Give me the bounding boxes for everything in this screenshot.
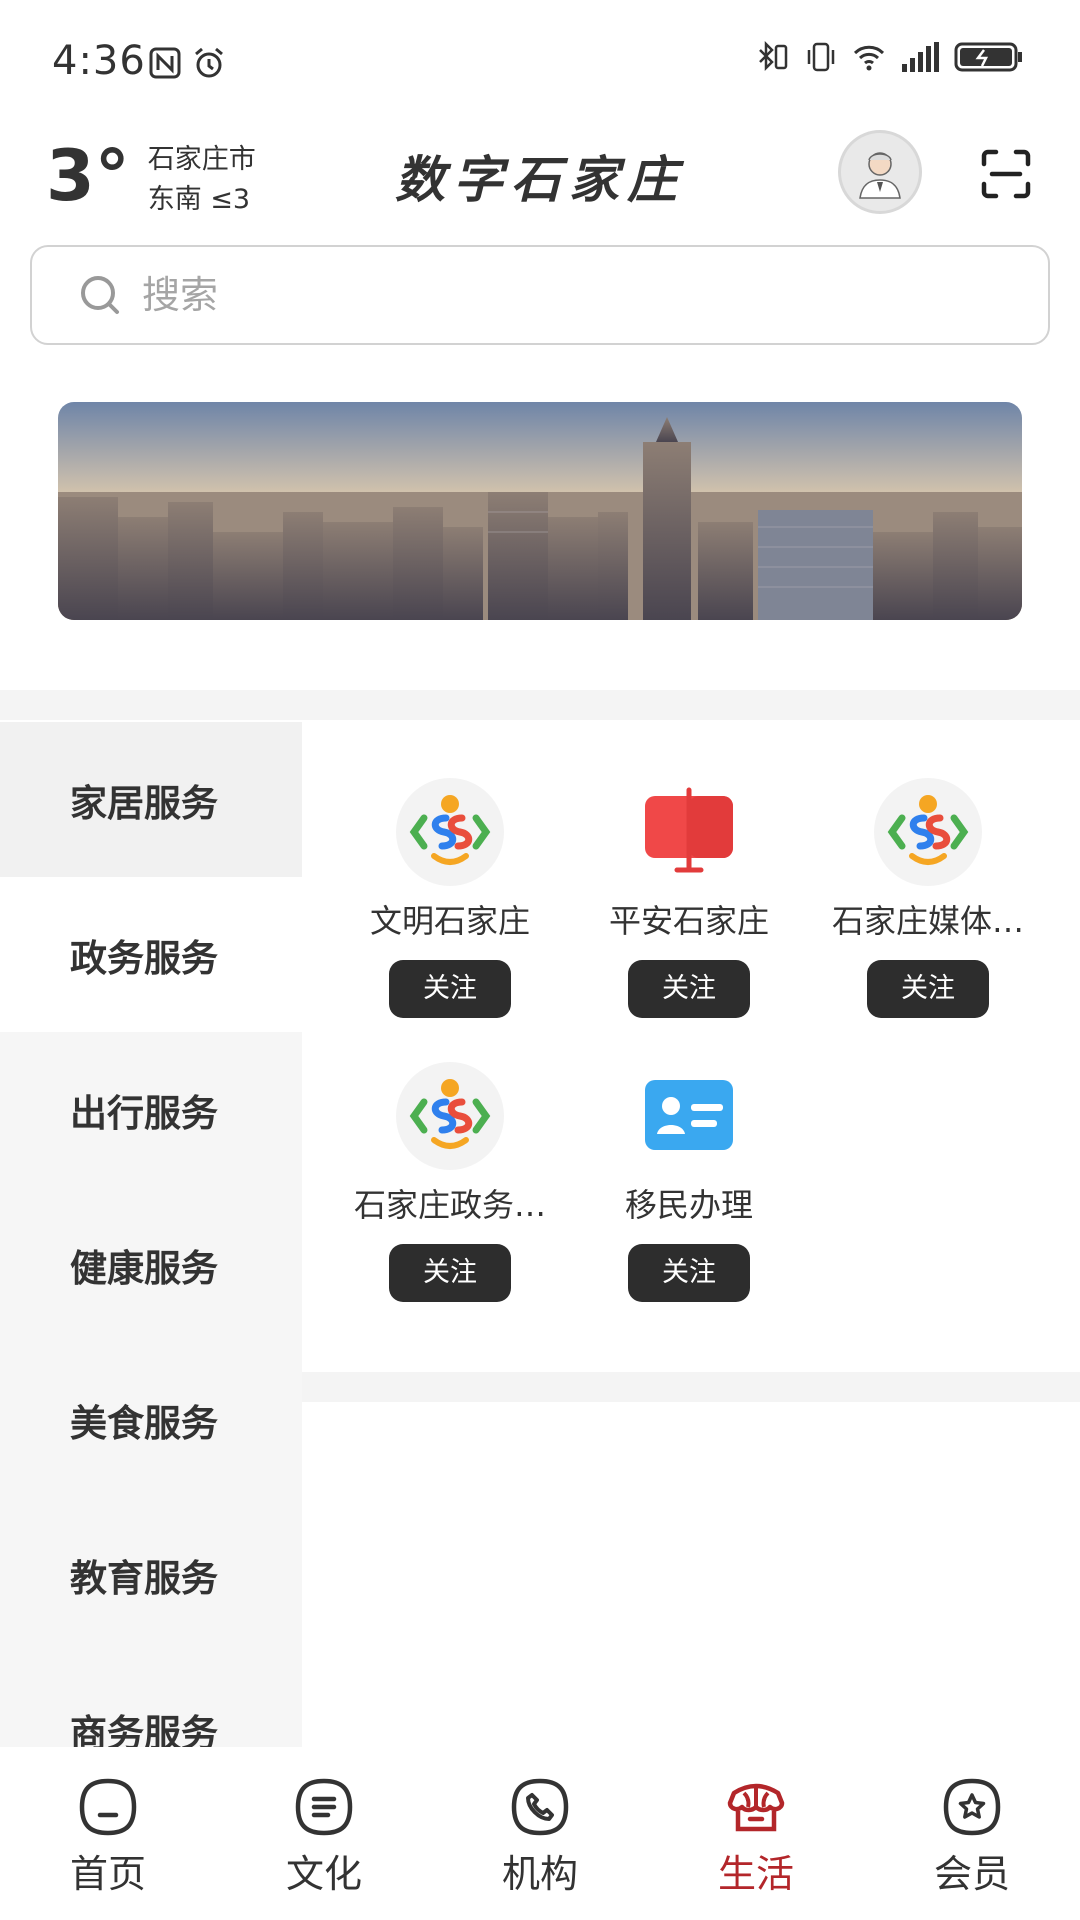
follow-button[interactable]: 关注 (389, 960, 511, 1018)
nav-label: 生活 (717, 1852, 794, 1896)
nav-label: 首页 (69, 1852, 146, 1896)
logo-icon (396, 778, 504, 886)
phone-icon (511, 1778, 569, 1836)
home-icon (79, 1778, 137, 1836)
service-name: 平安石家庄 (608, 902, 769, 940)
service-name: 移民办理 (624, 1186, 753, 1224)
alarm-icon (195, 47, 223, 78)
member-icon (943, 1778, 1001, 1836)
vibrate-icon (807, 42, 835, 72)
follow-button[interactable]: 关注 (628, 960, 750, 1018)
nav-member[interactable]: 会员 (864, 1747, 1080, 1920)
nav-culture[interactable]: 文化 (216, 1747, 432, 1920)
battery-icon (954, 42, 1022, 72)
follow-button[interactable]: 关注 (389, 1244, 511, 1302)
search-icon (81, 276, 119, 314)
avatar[interactable] (838, 130, 922, 214)
search-bar[interactable] (30, 245, 1050, 345)
nfc-icon (149, 47, 181, 79)
category-item-education[interactable]: 教育服务 (0, 1497, 302, 1652)
service-name: 文明石家庄 (369, 902, 530, 940)
category-item-business[interactable]: 商务服务 (0, 1652, 302, 1748)
service-card[interactable]: 移民办理 关注 (579, 1060, 799, 1302)
nav-label: 机构 (501, 1852, 578, 1896)
culture-icon (295, 1778, 353, 1836)
nav-label: 文化 (285, 1852, 362, 1896)
category-item-government[interactable]: 政务服务 (0, 877, 302, 1032)
service-card[interactable]: 石家庄媒体… 关注 (818, 776, 1038, 1018)
category-sidebar: 家居服务 政务服务 出行服务 健康服务 美食服务 教育服务 商务服务 (0, 722, 302, 1747)
search-input[interactable] (142, 273, 992, 317)
id-card-icon (645, 1080, 733, 1150)
signal-icon (902, 42, 939, 72)
logo-icon (396, 1062, 504, 1170)
follow-button[interactable]: 关注 (628, 1244, 750, 1302)
wifi-icon (853, 45, 885, 71)
service-name: 石家庄媒体… (831, 902, 1024, 940)
service-card[interactable]: 石家庄政务… 关注 (340, 1060, 560, 1302)
bottom-nav: 首页 文化 机构 生活 会员 (0, 1747, 1080, 1920)
category-item-home[interactable]: 家居服务 (0, 722, 302, 877)
section-divider (0, 690, 1080, 720)
status-time: 4:36 (52, 38, 146, 84)
nav-label: 会员 (933, 1852, 1010, 1896)
category-item-travel[interactable]: 出行服务 (0, 1032, 302, 1187)
logo-icon (874, 778, 982, 886)
nav-institution[interactable]: 机构 (432, 1747, 648, 1920)
service-card[interactable]: 文明石家庄 关注 (340, 776, 560, 1018)
follow-button[interactable]: 关注 (867, 960, 989, 1018)
service-name: 石家庄政务… (353, 1186, 546, 1224)
scan-icon[interactable] (980, 148, 1032, 200)
category-item-food[interactable]: 美食服务 (0, 1342, 302, 1497)
shop-icon (727, 1783, 785, 1832)
user-avatar-icon (859, 152, 901, 199)
nav-home[interactable]: 首页 (0, 1747, 216, 1920)
bluetooth-battery-icon (759, 40, 788, 72)
red-flag-icon (645, 787, 733, 873)
section-divider (302, 1372, 1080, 1402)
city-banner-image[interactable] (58, 402, 1022, 620)
status-bar: 4:36 (0, 0, 1080, 120)
city-skyline-image (58, 402, 1022, 620)
service-grid: 文明石家庄 关注 平安石家庄 关注 石家庄媒体… 关注 石家庄政务… 关注 移民… (302, 722, 1080, 1372)
nav-life[interactable]: 生活 (648, 1747, 864, 1920)
category-item-health[interactable]: 健康服务 (0, 1187, 302, 1342)
service-card[interactable]: 平安石家庄 关注 (579, 776, 799, 1018)
